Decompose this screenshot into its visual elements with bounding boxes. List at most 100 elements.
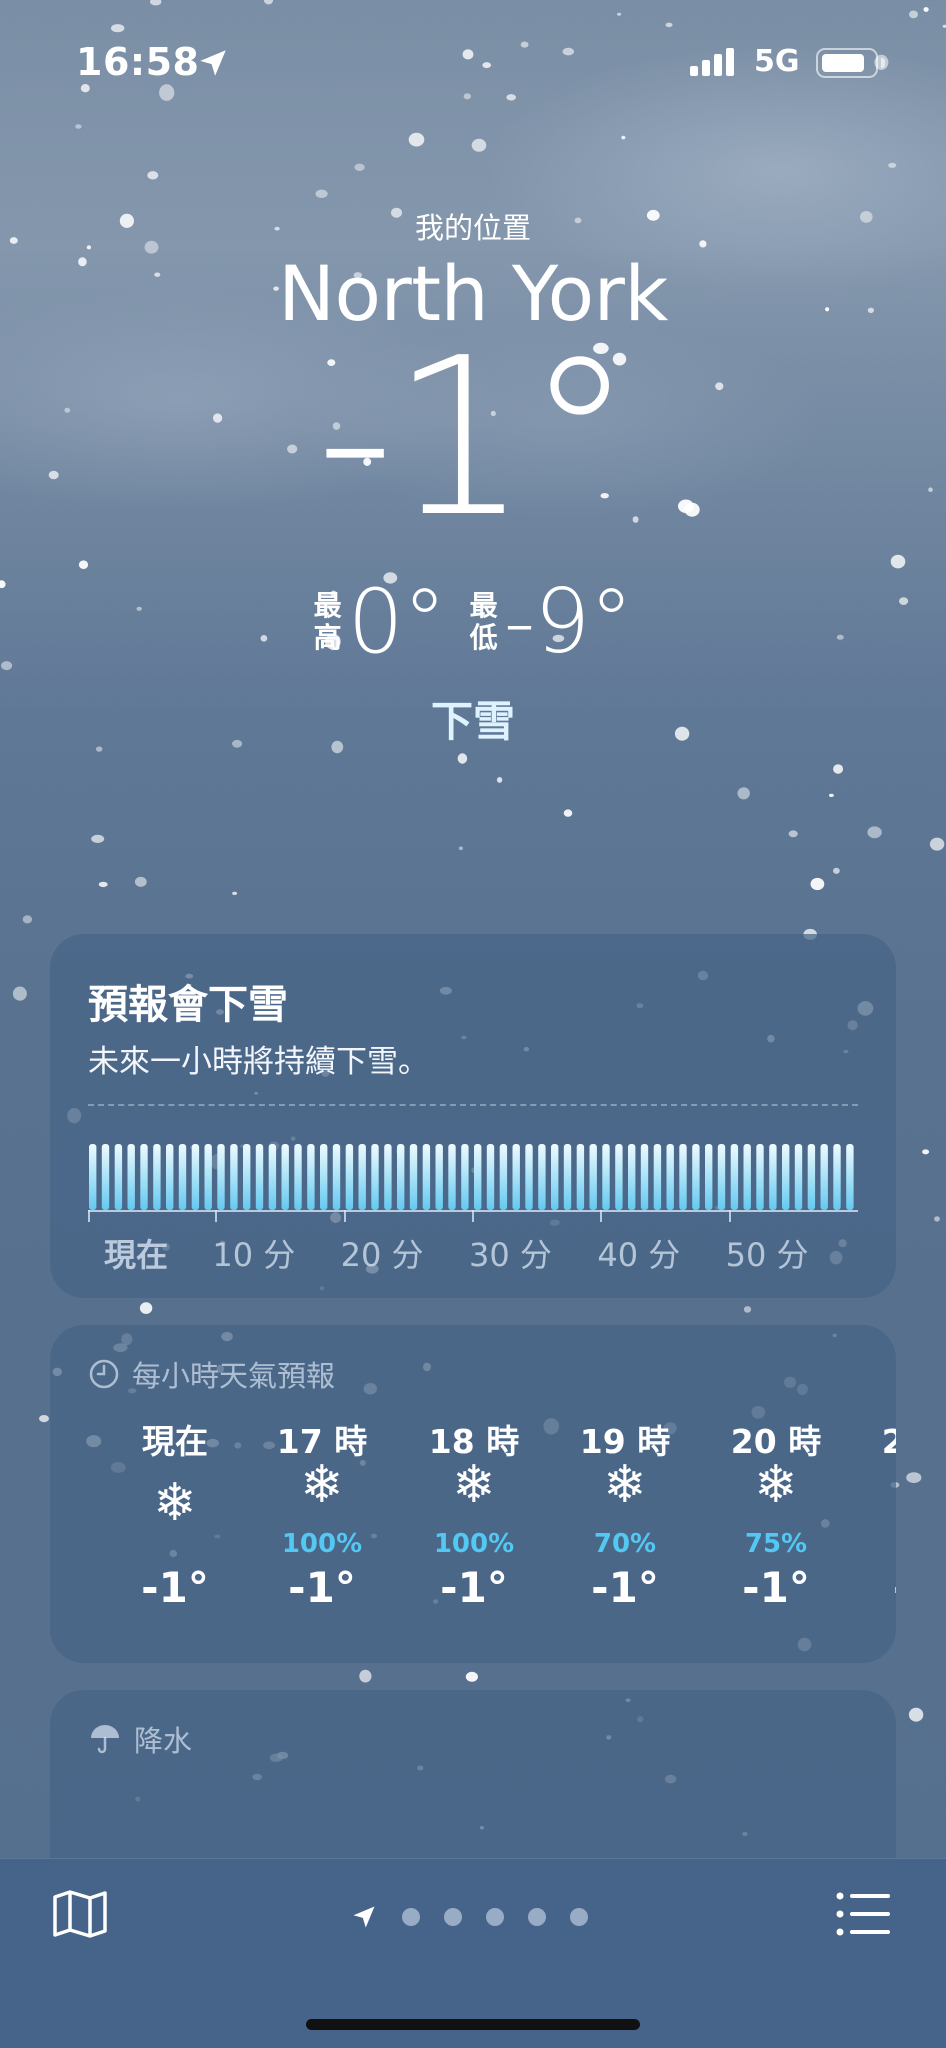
precipitation-bar	[692, 1144, 700, 1210]
snowflake	[888, 162, 897, 168]
snowflake	[621, 135, 626, 140]
axis-label: 40 分	[597, 1236, 681, 1274]
snowflake	[39, 1415, 49, 1423]
precipitation-bar	[166, 1144, 174, 1210]
axis-tick	[728, 1210, 731, 1222]
snowflake	[354, 163, 365, 171]
snowflake	[890, 554, 906, 569]
page-dot[interactable]	[528, 1908, 546, 1926]
precipitation-bar	[384, 1144, 392, 1210]
card-header: 降水	[88, 1718, 192, 1760]
precipitation-bar	[602, 1144, 610, 1210]
page-dot[interactable]	[402, 1908, 420, 1926]
precipitation-bar	[474, 1144, 482, 1210]
snowflake	[458, 846, 463, 851]
precip-chance: 100%	[433, 1529, 515, 1559]
hour-temperature: -1°	[141, 1563, 209, 1612]
snowflake	[737, 787, 750, 800]
hour-label: 21 時	[881, 1422, 896, 1461]
precipitation-bar	[422, 1144, 431, 1210]
precipitation-bar	[397, 1144, 405, 1210]
axis-label: 10 分	[212, 1236, 296, 1274]
precipitation-bar	[563, 1144, 572, 1210]
precipitation-bar	[820, 1144, 828, 1210]
precipitation-bar	[833, 1144, 841, 1210]
card-header: 每小時天氣預報	[88, 1353, 335, 1395]
cellular-signal-icon	[690, 48, 734, 76]
precipitation-bar	[345, 1144, 354, 1210]
snowflake	[833, 867, 840, 874]
precipitation-bar	[371, 1144, 379, 1210]
snowflake	[22, 915, 33, 924]
next-hour-precipitation-card[interactable]: 預報會下雪 未來一小時將持續下雪。 現在 10 分 20 分 30 分 40 分 50 分	[50, 934, 896, 1298]
precipitation-bar	[140, 1144, 148, 1210]
axis-label: 20 分	[340, 1236, 424, 1274]
precipitation-bar	[191, 1144, 200, 1210]
axis-tick	[472, 1210, 474, 1222]
hour-temperature: -1°	[288, 1563, 356, 1612]
snowflake	[810, 877, 825, 891]
low-value: -9°	[503, 570, 634, 673]
hour-item: 19 時 ❄ 70% -1°	[555, 1415, 695, 1612]
precipitation-bar	[653, 1144, 662, 1210]
snowflake	[563, 809, 573, 817]
high-temperature: 最 高 0°	[314, 570, 447, 673]
snowflake	[496, 777, 503, 783]
axis-tick	[600, 1210, 603, 1222]
precip-chance: 75%	[744, 1529, 808, 1559]
precipitation-bar	[769, 1144, 777, 1210]
snowflake	[867, 826, 882, 839]
precipitation-bar	[114, 1144, 123, 1210]
precipitation-bar	[679, 1144, 687, 1210]
precipitation-bar	[589, 1144, 597, 1210]
home-indicator[interactable]	[306, 2019, 640, 2030]
max-intensity-line	[88, 1104, 858, 1106]
precipitation-bar	[705, 1144, 713, 1210]
snowflake	[147, 171, 159, 180]
status-bar: 16:58 5G	[0, 0, 946, 120]
hourly-forecast-card[interactable]: 每小時天氣預報 現在 ❄ -1° 17 時 ❄ 100% -1° 18 時 ❄ 100% -1° 19…	[50, 1325, 896, 1663]
snowflake	[929, 837, 945, 851]
high-value: 0°	[347, 570, 447, 673]
hour-item: 21 時❄ 70% -1°	[857, 1415, 896, 1612]
hour-item: 現在 ❄ -1°	[105, 1415, 245, 1612]
snowflake	[78, 560, 89, 569]
snowflake	[906, 1472, 922, 1483]
list-icon[interactable]	[836, 1891, 892, 1937]
map-icon[interactable]	[52, 1889, 108, 1939]
hour-item: 17 時 ❄ 100% -1°	[252, 1415, 392, 1612]
snowflake	[12, 986, 27, 1001]
precipitation-bar	[756, 1144, 764, 1210]
precipitation-bar	[320, 1144, 328, 1210]
network-type: 5G	[754, 44, 800, 79]
precipitation-bar	[281, 1144, 289, 1210]
snowflake	[908, 1707, 924, 1722]
precipitation-bar	[551, 1144, 559, 1210]
snowflake	[139, 1302, 153, 1314]
precipitation-bar	[486, 1144, 495, 1210]
snowflake	[359, 1669, 372, 1683]
hour-temperature: -1°	[440, 1563, 508, 1612]
page-dot[interactable]	[444, 1908, 462, 1926]
page-dot[interactable]	[486, 1908, 504, 1926]
battery-icon	[816, 48, 885, 78]
bottom-toolbar	[0, 1858, 946, 2048]
precip-chance: 70%	[593, 1529, 657, 1559]
snowflake	[471, 138, 487, 152]
precipitation-bar	[512, 1144, 520, 1210]
snowflake	[833, 764, 844, 774]
hour-label: 現在	[142, 1422, 208, 1461]
snowflake-icon: ❄	[452, 1455, 496, 1515]
card-subtitle: 未來一小時將持續下雪。	[88, 1044, 429, 1080]
hourly-scroll-list[interactable]: 現在 ❄ -1° 17 時 ❄ 100% -1° 18 時 ❄ 100% -1° 19 時 ❄ 70% -1…	[50, 1415, 896, 1645]
snowflake	[922, 1149, 930, 1155]
precipitation-bar	[782, 1144, 790, 1210]
precip-chance: 70%	[857, 1529, 897, 1559]
snowflake	[788, 830, 798, 838]
snowflake	[98, 881, 108, 888]
page-indicator[interactable]	[350, 1903, 588, 1931]
location-arrow-icon[interactable]	[350, 1903, 378, 1931]
snowflake-icon: ❄	[754, 1455, 798, 1515]
precipitation-bars	[89, 1144, 854, 1210]
page-dot[interactable]	[570, 1908, 588, 1926]
